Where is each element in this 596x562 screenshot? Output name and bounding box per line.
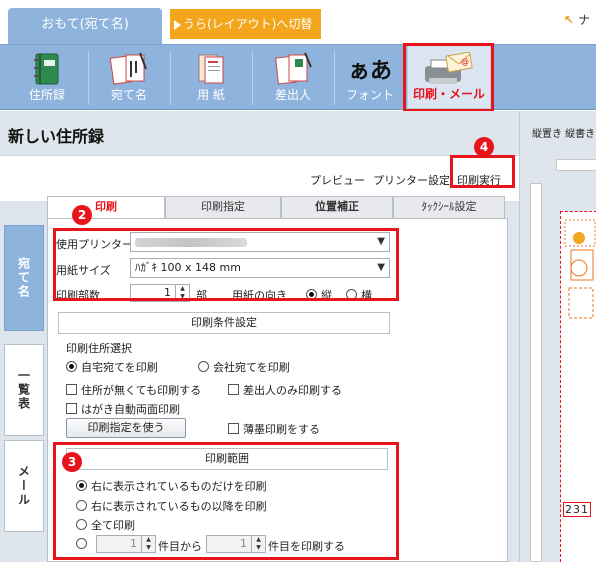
side-tab-address[interactable]: 宛て名 xyxy=(4,225,44,331)
print-conditions-header: 印刷条件設定 xyxy=(58,312,390,334)
annotation-box-printer-settings xyxy=(53,228,399,301)
side-tab-mail[interactable]: メール xyxy=(4,440,44,532)
address-select-label: 印刷住所選択 xyxy=(66,342,132,355)
toolbar-divider xyxy=(170,51,171,105)
sender-icon xyxy=(275,52,312,85)
preview-link[interactable]: プレビュー xyxy=(310,172,365,188)
light-ink-label: 薄墨印刷をする xyxy=(243,423,320,436)
page-title: 新しい住所録 xyxy=(8,127,105,146)
tab-back-layout-switch[interactable]: うら(レイアウト)へ切替 xyxy=(170,9,321,39)
help-label: ナ xyxy=(578,13,591,27)
checkbox-icon xyxy=(228,423,239,434)
checkbox-icon xyxy=(228,384,239,395)
annotation-badge-4: 4 xyxy=(474,137,494,157)
toolbar-divider xyxy=(88,51,89,105)
main-toolbar: 住所録 宛て名 用 紙 差出人 ぁあ フォント @ 印刷・メール xyxy=(0,44,596,110)
tab-front-address[interactable]: おもて(宛て名) xyxy=(8,8,162,44)
toolbar-paper-button[interactable]: 用 紙 xyxy=(174,45,248,109)
annotation-box-print-execute xyxy=(450,155,515,188)
radio-selected-icon xyxy=(66,361,77,372)
postcard-preview: 231 xyxy=(560,211,596,562)
tab-print-spec[interactable]: 印刷指定 xyxy=(165,196,281,218)
mode-tab-strip: おもて(宛て名) うら(レイアウト)へ切替 ↖ ナ xyxy=(0,0,596,44)
duplex-label: はがき自動両面印刷 xyxy=(81,403,180,416)
preview-orientation-tabs[interactable]: 縦置き 縦書き xyxy=(532,125,595,140)
cursor-arrow-icon: ↖ xyxy=(564,13,575,27)
toolbar-font-button[interactable]: ぁあ フォント xyxy=(338,45,402,109)
annotation-box-print-mail xyxy=(403,43,494,112)
printer-setup-link[interactable]: プリンター設定 xyxy=(373,172,450,188)
toolbar-label: 住所録 xyxy=(28,88,65,102)
annotation-box-print-range xyxy=(53,442,399,560)
help-link[interactable]: ↖ ナ xyxy=(564,11,590,28)
print-without-address-checkbox[interactable]: 住所が無くても印刷する xyxy=(66,382,201,398)
tab-print[interactable]: 印刷 xyxy=(47,196,165,219)
preview-panel: 縦置き 縦書き 231 xyxy=(519,111,596,562)
toolbar-divider xyxy=(334,51,335,105)
checkbox-icon xyxy=(66,384,77,395)
tab-position-adjust[interactable]: 位置補正 xyxy=(281,196,393,218)
checkbox-icon xyxy=(66,403,77,414)
tab-back-label: うら(レイアウト)へ切替 xyxy=(183,17,313,31)
annotation-badge-2: 2 xyxy=(72,205,92,225)
postal-code-preview: 231 xyxy=(563,502,591,517)
light-ink-checkbox[interactable]: 薄墨印刷をする xyxy=(228,421,320,437)
office-address-label: 会社宛てを印刷 xyxy=(213,361,290,374)
sender-only-checkbox[interactable]: 差出人のみ印刷する xyxy=(228,382,342,398)
address-label-icon xyxy=(109,52,147,85)
toolbar-label: 用 紙 xyxy=(197,88,225,102)
horizontal-ruler xyxy=(556,159,596,171)
toolbar-divider xyxy=(252,51,253,105)
duplex-checkbox[interactable]: はがき自動両面印刷 xyxy=(66,401,180,417)
address-book-icon xyxy=(34,53,59,85)
toolbar-label: 宛て名 xyxy=(110,88,147,102)
toolbar-address-label-button[interactable]: 宛て名 xyxy=(92,45,166,109)
font-icon: ぁあ xyxy=(347,59,393,84)
toolbar-address-book-button[interactable]: 住所録 xyxy=(10,45,84,109)
stamp-illustration-icon xyxy=(564,219,596,319)
office-address-radio[interactable]: 会社宛てを印刷 xyxy=(198,359,290,375)
tab-tack-seal[interactable]: ﾀｯｸｼｰﾙ設定 xyxy=(393,196,505,218)
side-tab-list[interactable]: 一覧表 xyxy=(4,344,44,436)
sender-only-label: 差出人のみ印刷する xyxy=(243,384,342,397)
toolbar-label: 差出人 xyxy=(274,88,311,102)
toolbar-sender-button[interactable]: 差出人 xyxy=(256,45,330,109)
radio-empty-icon xyxy=(198,361,209,372)
use-print-spec-button[interactable]: 印刷指定を使う xyxy=(66,418,186,438)
play-arrow-icon xyxy=(174,19,181,30)
vertical-ruler xyxy=(530,183,542,562)
print-without-address-label: 住所が無くても印刷する xyxy=(81,384,202,397)
home-address-radio[interactable]: 自宅宛てを印刷 xyxy=(66,359,158,375)
home-address-label: 自宅宛てを印刷 xyxy=(81,361,158,374)
toolbar-label: フォント xyxy=(345,88,394,102)
command-bar: プレビュー プリンター設定 印刷実行 xyxy=(0,155,519,201)
annotation-badge-3: 3 xyxy=(62,452,82,472)
paper-icon xyxy=(198,54,224,84)
